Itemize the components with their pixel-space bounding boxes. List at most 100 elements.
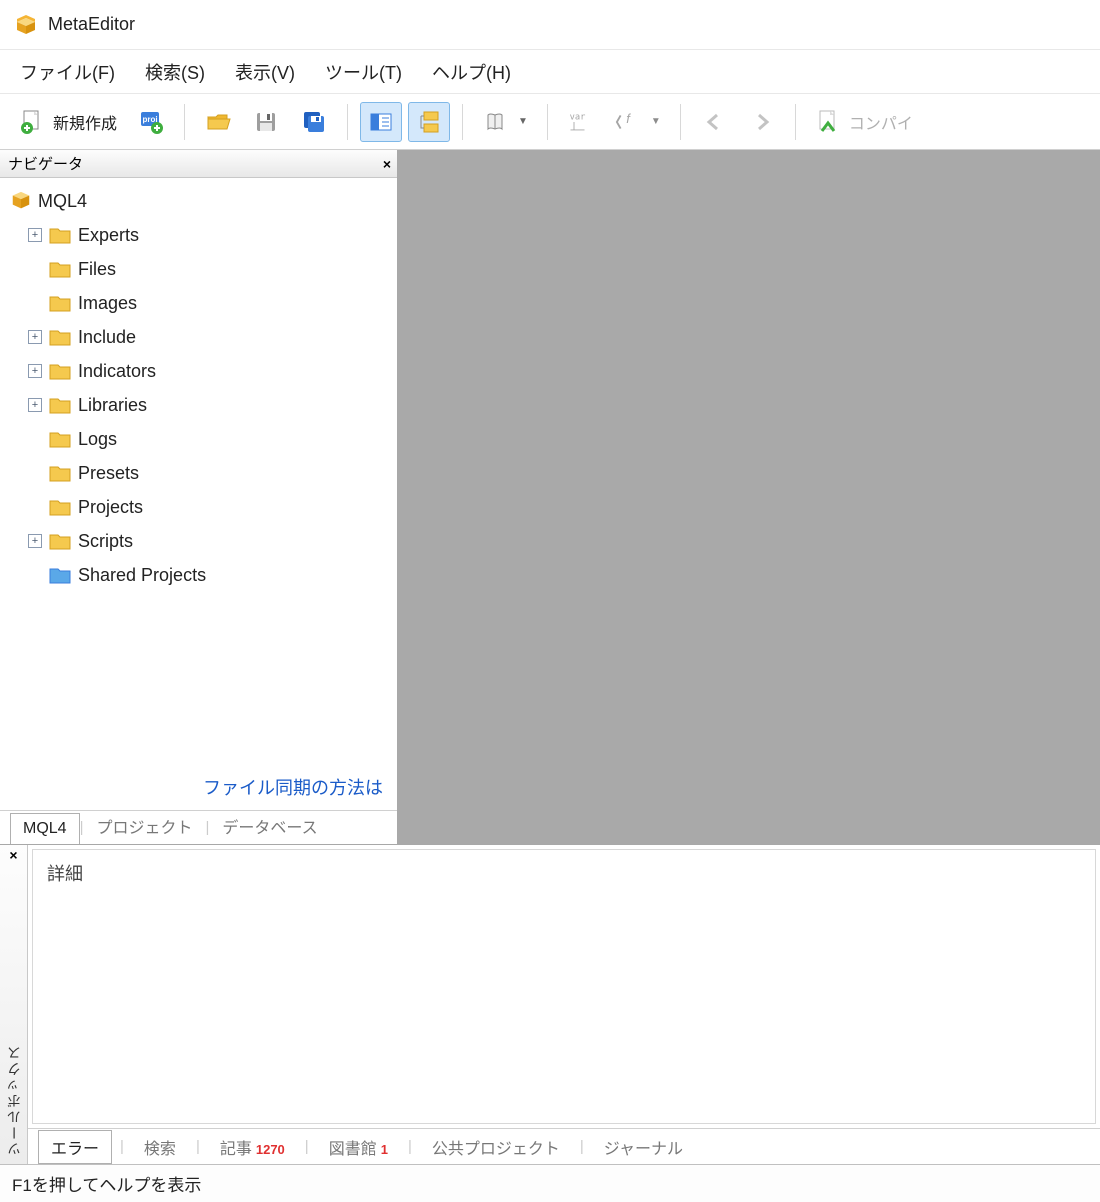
book-icon [482,108,510,136]
tree-item[interactable]: Images [8,286,397,320]
expand-icon[interactable]: + [28,534,42,548]
tree-item-label: Indicators [78,361,156,382]
tree-item[interactable]: + Include [8,320,397,354]
folder-icon [48,463,72,483]
folder-icon [48,497,72,517]
project-icon: proj [137,108,165,136]
nav-tab-mql4[interactable]: MQL4 [10,813,80,844]
new-button[interactable]: 新規作成 [12,102,124,142]
main-area: ナビゲータ × MQL4 + Experts Files [0,150,1100,844]
nav-tab-database[interactable]: データベース [209,807,330,844]
new-project-button[interactable]: proj [130,102,172,142]
tree-item[interactable]: Logs [8,422,397,456]
tree-item-label: Include [78,327,136,348]
folder-icon [48,361,72,381]
save-all-icon [300,108,328,136]
toolbox-tab-journal[interactable]: ジャーナル [592,1131,695,1163]
function-icon: f [615,108,643,136]
folder-icon [48,531,72,551]
svg-text:f: f [626,110,631,125]
menu-view[interactable]: 表示(V) [235,59,295,85]
tree-item[interactable]: Files [8,252,397,286]
expand-icon[interactable]: + [28,364,42,378]
compile-icon [815,108,843,136]
toolbox-content-header: 詳細 [47,864,83,884]
tree-item-label: Files [78,259,116,280]
tree-item[interactable]: Shared Projects [8,558,397,592]
navigator-footer: ファイル同期の方法は [0,774,397,810]
menu-help[interactable]: ヘルプ(H) [432,59,511,85]
toolbar-separator [547,104,548,140]
folder-icon [48,293,72,313]
tree-root[interactable]: MQL4 [8,184,397,218]
folder-blue-icon [48,565,72,585]
toolbox-tab-library[interactable]: 図書館1 [317,1131,400,1163]
tree-root-label: MQL4 [38,191,87,212]
toggle-navigator-button[interactable] [360,102,402,142]
nav-forward-button[interactable] [741,102,783,142]
styler-button[interactable]: ▼ [475,102,535,142]
tree-item[interactable]: + Scripts [8,524,397,558]
toolbar-separator [184,104,185,140]
toolbox-content: 詳細 [32,849,1096,1124]
toolbar-separator [680,104,681,140]
toolbox-tab-articles[interactable]: 記事1270 [208,1131,297,1163]
tree-item[interactable]: + Experts [8,218,397,252]
app-icon [14,13,38,37]
tree-item-label: Projects [78,497,143,518]
toolbox-tab-search[interactable]: 検索 [132,1131,188,1163]
new-file-icon [19,108,47,136]
tree-item[interactable]: Projects [8,490,397,524]
toolbox-tabs: エラー | 検索 | 記事1270 | 図書館1 | 公共プロジェクト | ジャ… [28,1128,1100,1164]
arrow-right-icon [748,108,776,136]
app-title: MetaEditor [48,14,135,35]
nav-back-button[interactable] [693,102,735,142]
status-text: F1を押してヘルプを表示 [12,1171,201,1196]
tree-item-label: Presets [78,463,139,484]
toolbox-body: 詳細 エラー | 検索 | 記事1270 | 図書館1 | 公共プロジェクト |… [28,845,1100,1164]
folder-icon [48,225,72,245]
tree-spacer [28,568,42,582]
tree-item[interactable]: + Indicators [8,354,397,388]
sync-help-link[interactable]: ファイル同期の方法は [203,778,383,798]
var-button[interactable]: var [560,102,602,142]
toggle-toolbox-button[interactable] [408,102,450,142]
navigator-panel: ナビゲータ × MQL4 + Experts Files [0,150,398,844]
tree-item-label: Shared Projects [78,565,206,586]
tree-item[interactable]: + Libraries [8,388,397,422]
menu-search[interactable]: 検索(S) [145,59,205,85]
compile-button-label: コンパイ [849,110,913,134]
expand-icon[interactable]: + [28,228,42,242]
navigator-close-button[interactable]: × [383,156,391,172]
tree-item[interactable]: Presets [8,456,397,490]
titlebar: MetaEditor [0,0,1100,50]
save-icon [252,108,280,136]
toolbox-tab-public[interactable]: 公共プロジェクト [420,1131,572,1163]
menu-file[interactable]: ファイル(F) [20,59,115,85]
editor-area [398,150,1100,844]
toolbox-tab-errors[interactable]: エラー [38,1130,112,1164]
expand-icon[interactable]: + [28,330,42,344]
tree-item-label: Scripts [78,531,133,552]
toolbox-side-label: ツールボックス [4,1044,24,1156]
panel-left-icon [367,108,395,136]
menubar: ファイル(F) 検索(S) 表示(V) ツール(T) ヘルプ(H) [0,50,1100,94]
statusbar: F1を押してヘルプを表示 [0,1164,1100,1202]
dropdown-arrow-icon: ▼ [518,116,528,127]
new-button-label: 新規作成 [53,110,117,134]
folder-icon [48,429,72,449]
tree-spacer [28,500,42,514]
menu-tools[interactable]: ツール(T) [325,59,402,85]
toolbox-close-button[interactable]: × [7,845,19,865]
arrow-left-icon [700,108,728,136]
compile-button[interactable]: コンパイ [808,102,920,142]
navigator-tree: MQL4 + Experts Files Images + Include [0,178,397,774]
function-button[interactable]: f ▼ [608,102,668,142]
nav-tab-project[interactable]: プロジェクト [83,807,205,844]
mql4-icon [10,190,32,212]
open-button[interactable] [197,102,239,142]
expand-icon[interactable]: + [28,398,42,412]
save-all-button[interactable] [293,102,335,142]
save-button[interactable] [245,102,287,142]
navigator-tabs: MQL4 | プロジェクト | データベース [0,810,397,844]
